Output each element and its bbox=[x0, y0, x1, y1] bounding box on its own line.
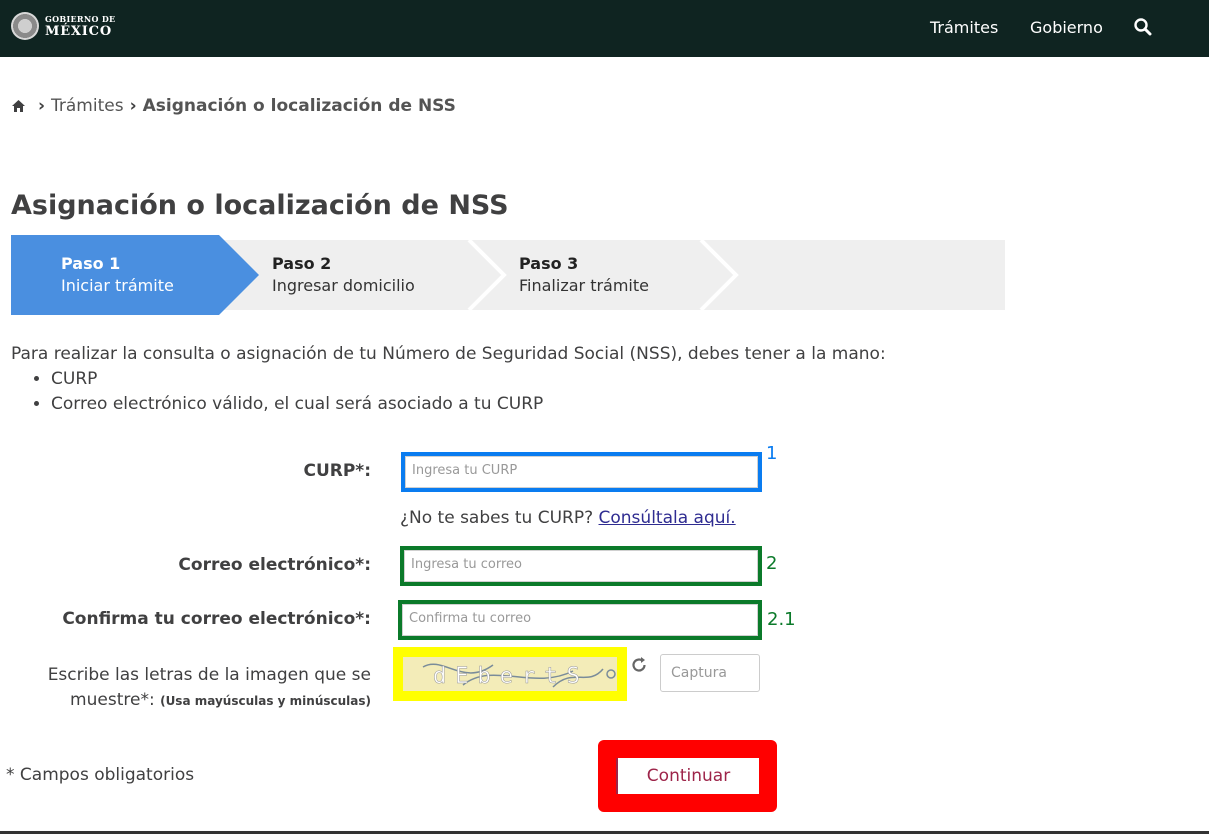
intro-paragraph: Para realizar la consulta o asignación d… bbox=[11, 344, 886, 364]
step-3-subtitle: Finalizar trámite bbox=[519, 276, 649, 295]
page-title: Asignación o localización de NSS bbox=[11, 190, 509, 221]
captcha-label-line2: muestre*: bbox=[70, 690, 155, 710]
email-field-highlight: Ingresa tu correo bbox=[400, 546, 762, 586]
email-confirm-field-highlight: Confirma tu correo bbox=[398, 600, 762, 640]
curp-input[interactable]: Ingresa tu CURP bbox=[405, 456, 758, 488]
search-icon[interactable] bbox=[1133, 17, 1153, 37]
refresh-captcha-icon[interactable] bbox=[630, 656, 648, 674]
consultar-curp-link[interactable]: Consúltala aquí. bbox=[599, 508, 736, 528]
annotation-2-1: 2.1 bbox=[767, 609, 796, 630]
email-confirm-input[interactable]: Confirma tu correo bbox=[402, 604, 758, 636]
step-1: Paso 1 Iniciar trámite bbox=[61, 253, 174, 297]
breadcrumb-separator-icon: › bbox=[38, 96, 46, 116]
step-1-subtitle: Iniciar trámite bbox=[61, 276, 174, 295]
gobierno-mexico-logo[interactable]: GOBIERNO DE MÉXICO bbox=[11, 12, 115, 40]
breadcrumb-separator-icon: › bbox=[129, 96, 137, 116]
continue-button-highlight: Continuar bbox=[598, 740, 777, 812]
curp-hint: ¿No te sabes tu CURP? Consúltala aquí. bbox=[400, 508, 736, 528]
breadcrumb: › Trámites › Asignación o localización d… bbox=[11, 96, 456, 116]
intro-text: Para realizar la consulta o asignación d… bbox=[11, 342, 886, 417]
logo-line-1: GOBIERNO DE bbox=[45, 13, 116, 24]
curp-field-highlight: Ingresa tu CURP bbox=[401, 452, 762, 492]
annotation-2: 2 bbox=[766, 553, 778, 574]
captcha-note: (Usa mayúsculas y minúsculas) bbox=[160, 694, 371, 708]
email-label: Correo electrónico*: bbox=[178, 555, 371, 575]
top-navbar: GOBIERNO DE MÉXICO Trámites Gobierno bbox=[0, 0, 1209, 57]
progress-stepper: Paso 1 Iniciar trámite Paso 2 Ingresar d… bbox=[11, 235, 1011, 315]
annotation-1: 1 bbox=[766, 443, 778, 464]
captcha-image: dEbertS bbox=[403, 657, 617, 691]
breadcrumb-current: Asignación o localización de NSS bbox=[142, 96, 456, 116]
requirement-item: Correo electrónico válido, el cual será … bbox=[51, 392, 886, 417]
curp-label: CURP*: bbox=[303, 461, 371, 481]
logo-line-2: MÉXICO bbox=[45, 23, 112, 39]
step-2-title: Paso 2 bbox=[272, 254, 332, 273]
coat-of-arms-icon bbox=[11, 12, 39, 40]
email-confirm-label: Confirma tu correo electrónico*: bbox=[62, 609, 371, 629]
step-2-subtitle: Ingresar domicilio bbox=[272, 276, 415, 295]
step-2: Paso 2 Ingresar domicilio bbox=[272, 253, 415, 297]
curp-hint-text: ¿No te sabes tu CURP? bbox=[400, 508, 594, 528]
captcha-label: Escribe las letras de la imagen que se m… bbox=[10, 663, 371, 714]
step-1-title: Paso 1 bbox=[61, 254, 121, 273]
continue-button[interactable]: Continuar bbox=[616, 758, 759, 794]
captcha-image-text: dEbertS bbox=[433, 664, 589, 689]
nav-tramites[interactable]: Trámites bbox=[930, 18, 998, 37]
email-input[interactable]: Ingresa tu correo bbox=[404, 550, 758, 582]
captcha-input[interactable]: Captura bbox=[660, 654, 760, 692]
breadcrumb-tramites[interactable]: Trámites bbox=[51, 96, 124, 116]
step-3-title: Paso 3 bbox=[519, 254, 579, 273]
requirement-item: CURP bbox=[51, 367, 886, 392]
nav-gobierno[interactable]: Gobierno bbox=[1030, 18, 1103, 37]
captcha-highlight: dEbertS bbox=[393, 647, 627, 701]
requirements-list: CURP Correo electrónico válido, el cual … bbox=[51, 367, 886, 417]
required-fields-note: * Campos obligatorios bbox=[6, 765, 195, 785]
home-icon[interactable] bbox=[11, 99, 26, 113]
captcha-label-line1: Escribe las letras de la imagen que se bbox=[47, 665, 371, 685]
step-3: Paso 3 Finalizar trámite bbox=[519, 253, 649, 297]
